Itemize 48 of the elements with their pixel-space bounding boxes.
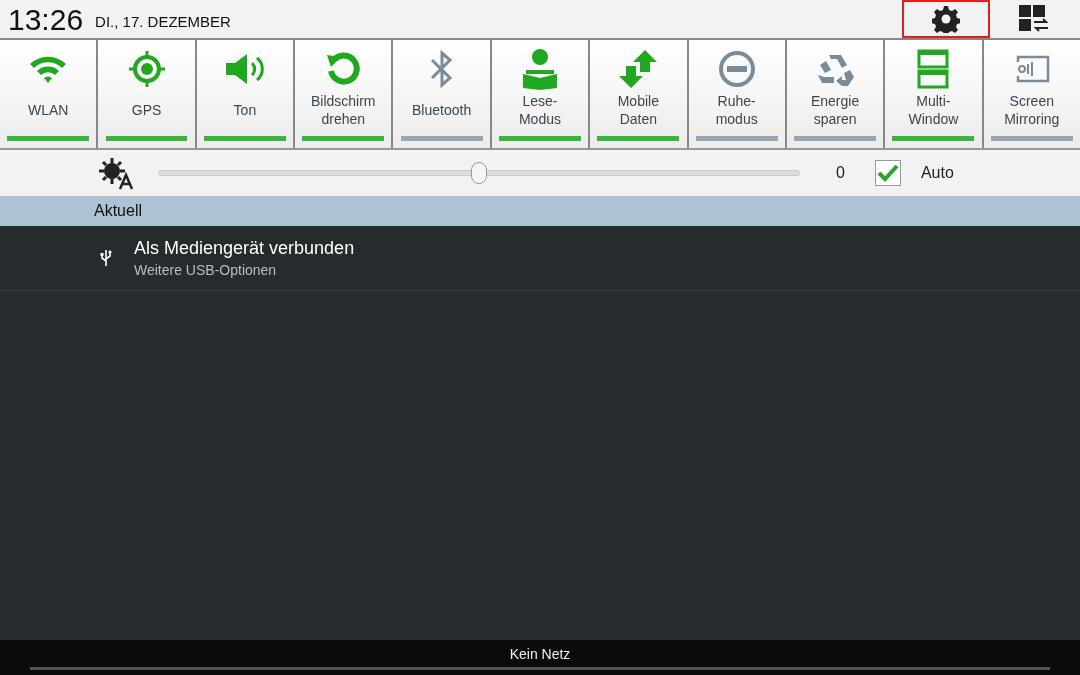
notification-title: Als Mediengerät verbunden	[134, 238, 355, 259]
brightness-value: 0	[836, 164, 845, 182]
auto-brightness-icon	[98, 156, 134, 190]
quick-toggle[interactable]: Ton	[196, 40, 294, 148]
quick-toggle[interactable]: Bluetooth	[393, 40, 490, 148]
rotate-icon	[325, 51, 362, 87]
date-text: DI., 17. DEZEMBER	[95, 12, 231, 32]
minus-circle-icon	[717, 50, 756, 88]
quick-toggle[interactable]: Energie sparen	[786, 40, 884, 148]
settings-icon	[932, 5, 960, 33]
toggle-label: GPS	[131, 101, 162, 120]
grid-swap-icon	[1019, 5, 1049, 33]
quick-toggle[interactable]: GPS	[98, 40, 195, 148]
drag-handle[interactable]	[30, 667, 1050, 670]
target-icon	[127, 50, 166, 88]
quick-toggle[interactable]: Mobile Daten	[590, 40, 687, 148]
section-header: Aktuell	[0, 196, 1080, 226]
quick-toggle[interactable]: Lese- Modus	[491, 40, 589, 148]
checkmark-icon	[876, 164, 899, 182]
split-window-icon	[917, 49, 950, 89]
quick-toggle[interactable]: WLAN	[0, 40, 97, 148]
speaker-icon	[223, 52, 266, 86]
toggle-label: Lese- Modus	[518, 92, 561, 129]
auto-checkbox[interactable]	[874, 160, 901, 186]
quick-toggle[interactable]: Bildschirm drehen	[295, 40, 392, 148]
toggle-label: Mobile Daten	[617, 92, 659, 129]
bluetooth-icon	[428, 50, 455, 88]
carrier-text: Kein Netz	[509, 646, 571, 662]
toggle-label: Bildschirm drehen	[310, 92, 376, 129]
toggle-label: Screen Mirroring	[1004, 92, 1060, 129]
quick-toggle[interactable]: Multi- Window	[885, 40, 982, 148]
up-down-arrows-icon	[618, 49, 659, 89]
quick-toggle[interactable]: Screen Mirroring	[983, 40, 1080, 148]
quick-toggle[interactable]: Ruhe- modus	[688, 40, 785, 148]
toggle-label: Energie sparen	[810, 92, 860, 129]
notification-subtitle: Weitere USB-Optionen	[134, 262, 278, 278]
toggle-label: Ton	[233, 101, 257, 120]
brightness-slider[interactable]	[158, 162, 800, 184]
usb-icon	[100, 249, 112, 267]
toggle-label: Ruhe- modus	[715, 92, 758, 129]
notification-item[interactable]: Als Mediengerät verbunden Weitere USB-Optionen	[0, 226, 1080, 291]
settings-button[interactable]	[902, 0, 990, 38]
slider-thumb[interactable]	[471, 162, 487, 184]
auto-label: Auto	[920, 164, 954, 182]
toggle-label: Multi- Window	[908, 92, 959, 129]
toggle-label: Bluetooth	[412, 101, 472, 120]
toggle-label: WLAN	[27, 101, 69, 120]
clock-time: 13:26	[8, 2, 84, 38]
